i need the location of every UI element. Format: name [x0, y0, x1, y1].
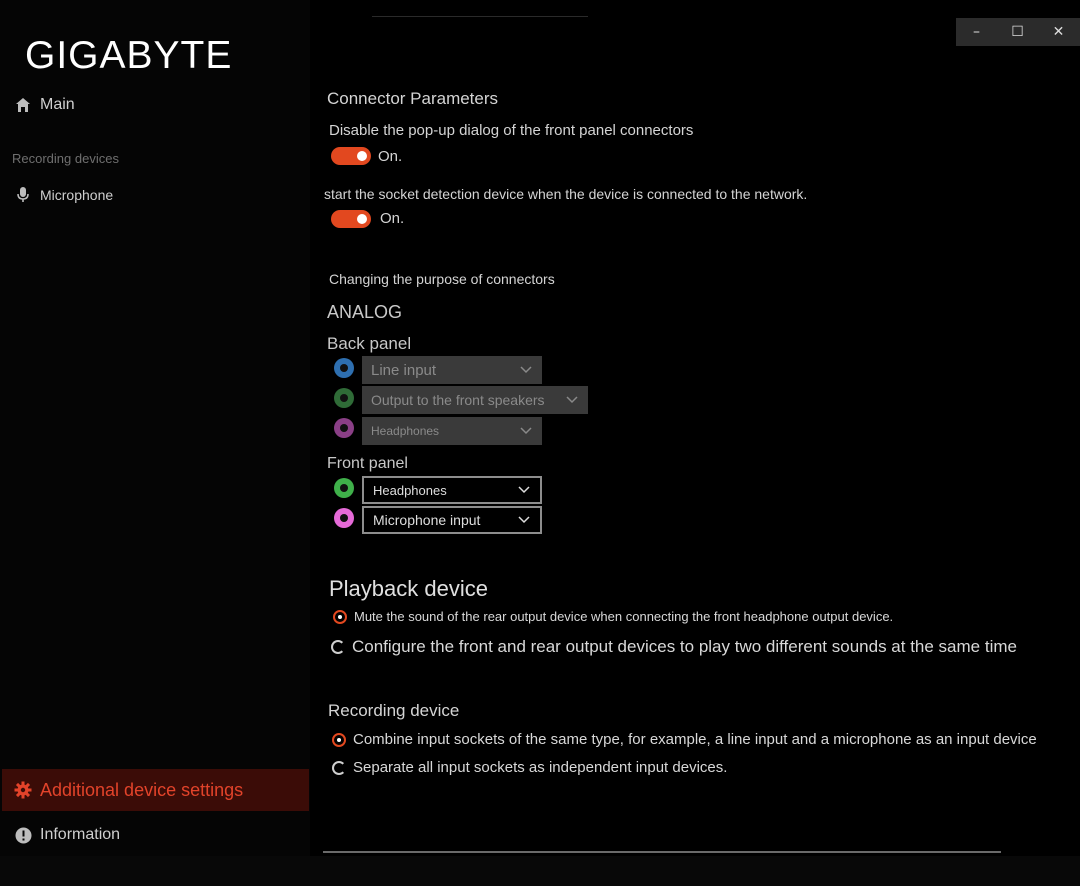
popup-dialog-toggle[interactable]	[331, 147, 371, 165]
chevron-down-icon	[516, 512, 532, 528]
maximize-button[interactable]: ☐	[997, 18, 1038, 46]
socket-detection-state: On.	[380, 210, 405, 227]
radio-selected-icon	[332, 732, 346, 747]
green-jack-icon	[334, 478, 354, 498]
chevron-down-icon	[564, 392, 580, 408]
back-panel-green-select[interactable]: Output to the front speakers	[362, 386, 588, 414]
green-jack-icon	[334, 388, 354, 408]
pink-jack-icon	[334, 508, 354, 528]
sidebar-item-label: Additional device settings	[40, 779, 244, 800]
sidebar: GIGABYTE Main Recording devices Micropho…	[0, 0, 310, 886]
select-value: Output to the front speakers	[371, 392, 545, 408]
close-button[interactable]: ✕	[1038, 18, 1079, 46]
socket-detection-toggle[interactable]	[331, 210, 371, 228]
select-value: Headphones	[371, 424, 440, 438]
playback-device-title: Playback device	[329, 576, 488, 601]
chevron-down-icon	[518, 362, 534, 378]
sidebar-item-label: Main	[40, 96, 75, 113]
front-panel-headphones-select[interactable]: Headphones	[362, 476, 542, 504]
bottom-strip	[0, 856, 1080, 886]
connector-parameters-title: Connector Parameters	[327, 89, 499, 108]
radio-unselected-icon	[332, 760, 346, 775]
socket-detection-label: start the socket detection device when t…	[324, 186, 808, 202]
recording-option-combine[interactable]: Combine input sockets of the same type, …	[332, 731, 1037, 748]
playback-option-mute-rear[interactable]: Mute the sound of the rear output device…	[333, 609, 893, 624]
blue-jack-icon	[334, 358, 354, 378]
sidebar-item-information[interactable]: Information	[14, 826, 120, 844]
microphone-icon	[14, 186, 32, 204]
radio-label: Separate all input sockets as independen…	[353, 759, 728, 776]
sidebar-item-label: Information	[40, 826, 121, 843]
sidebar-item-additional-settings[interactable]: Additional device settings	[2, 769, 309, 811]
chevron-down-icon	[516, 482, 532, 498]
sidebar-item-label: Microphone	[40, 187, 114, 203]
select-value: Line input	[371, 361, 437, 379]
chevron-down-icon	[518, 423, 534, 439]
popup-dialog-label: Disable the pop-up dialog of the front p…	[329, 122, 694, 139]
select-value: Microphone input	[373, 512, 481, 528]
back-panel-heading: Back panel	[327, 334, 412, 353]
playback-option-two-sounds[interactable]: Configure the front and rear output devi…	[331, 637, 1017, 657]
window-controls: – ☐ ✕	[956, 18, 1080, 46]
home-icon	[14, 96, 32, 114]
select-value: Headphones	[373, 482, 447, 498]
front-panel-microphone-select[interactable]: Microphone input	[362, 506, 542, 534]
radio-label: Mute the sound of the rear output device…	[354, 609, 894, 624]
back-panel-pink-select[interactable]: Headphones	[362, 417, 542, 445]
back-panel-blue-select[interactable]: Line input	[362, 356, 542, 384]
radio-label: Combine input sockets of the same type, …	[353, 731, 1037, 748]
sidebar-item-main[interactable]: Main	[14, 96, 75, 114]
recording-devices-section-label: Recording devices	[12, 151, 119, 166]
radio-label: Configure the front and rear output devi…	[352, 637, 1017, 656]
radio-selected-icon	[333, 609, 347, 624]
analog-heading: ANALOG	[327, 302, 403, 322]
gigabyte-logo: GIGABYTE	[25, 34, 233, 77]
front-panel-heading: Front panel	[327, 455, 408, 472]
title-bar-line	[372, 16, 588, 17]
minimize-button[interactable]: –	[956, 18, 997, 46]
recording-option-separate[interactable]: Separate all input sockets as independen…	[332, 759, 727, 776]
gear-icon	[14, 781, 32, 799]
info-icon	[14, 826, 32, 844]
connector-purpose-title: Changing the purpose of connectors	[329, 271, 555, 287]
horizontal-scrollbar[interactable]	[323, 851, 1001, 853]
sidebar-item-microphone[interactable]: Microphone	[14, 186, 113, 204]
recording-device-title: Recording device	[328, 701, 460, 720]
popup-dialog-state: On.	[378, 148, 403, 165]
pink-jack-icon	[334, 418, 354, 438]
radio-unselected-icon	[331, 640, 345, 654]
